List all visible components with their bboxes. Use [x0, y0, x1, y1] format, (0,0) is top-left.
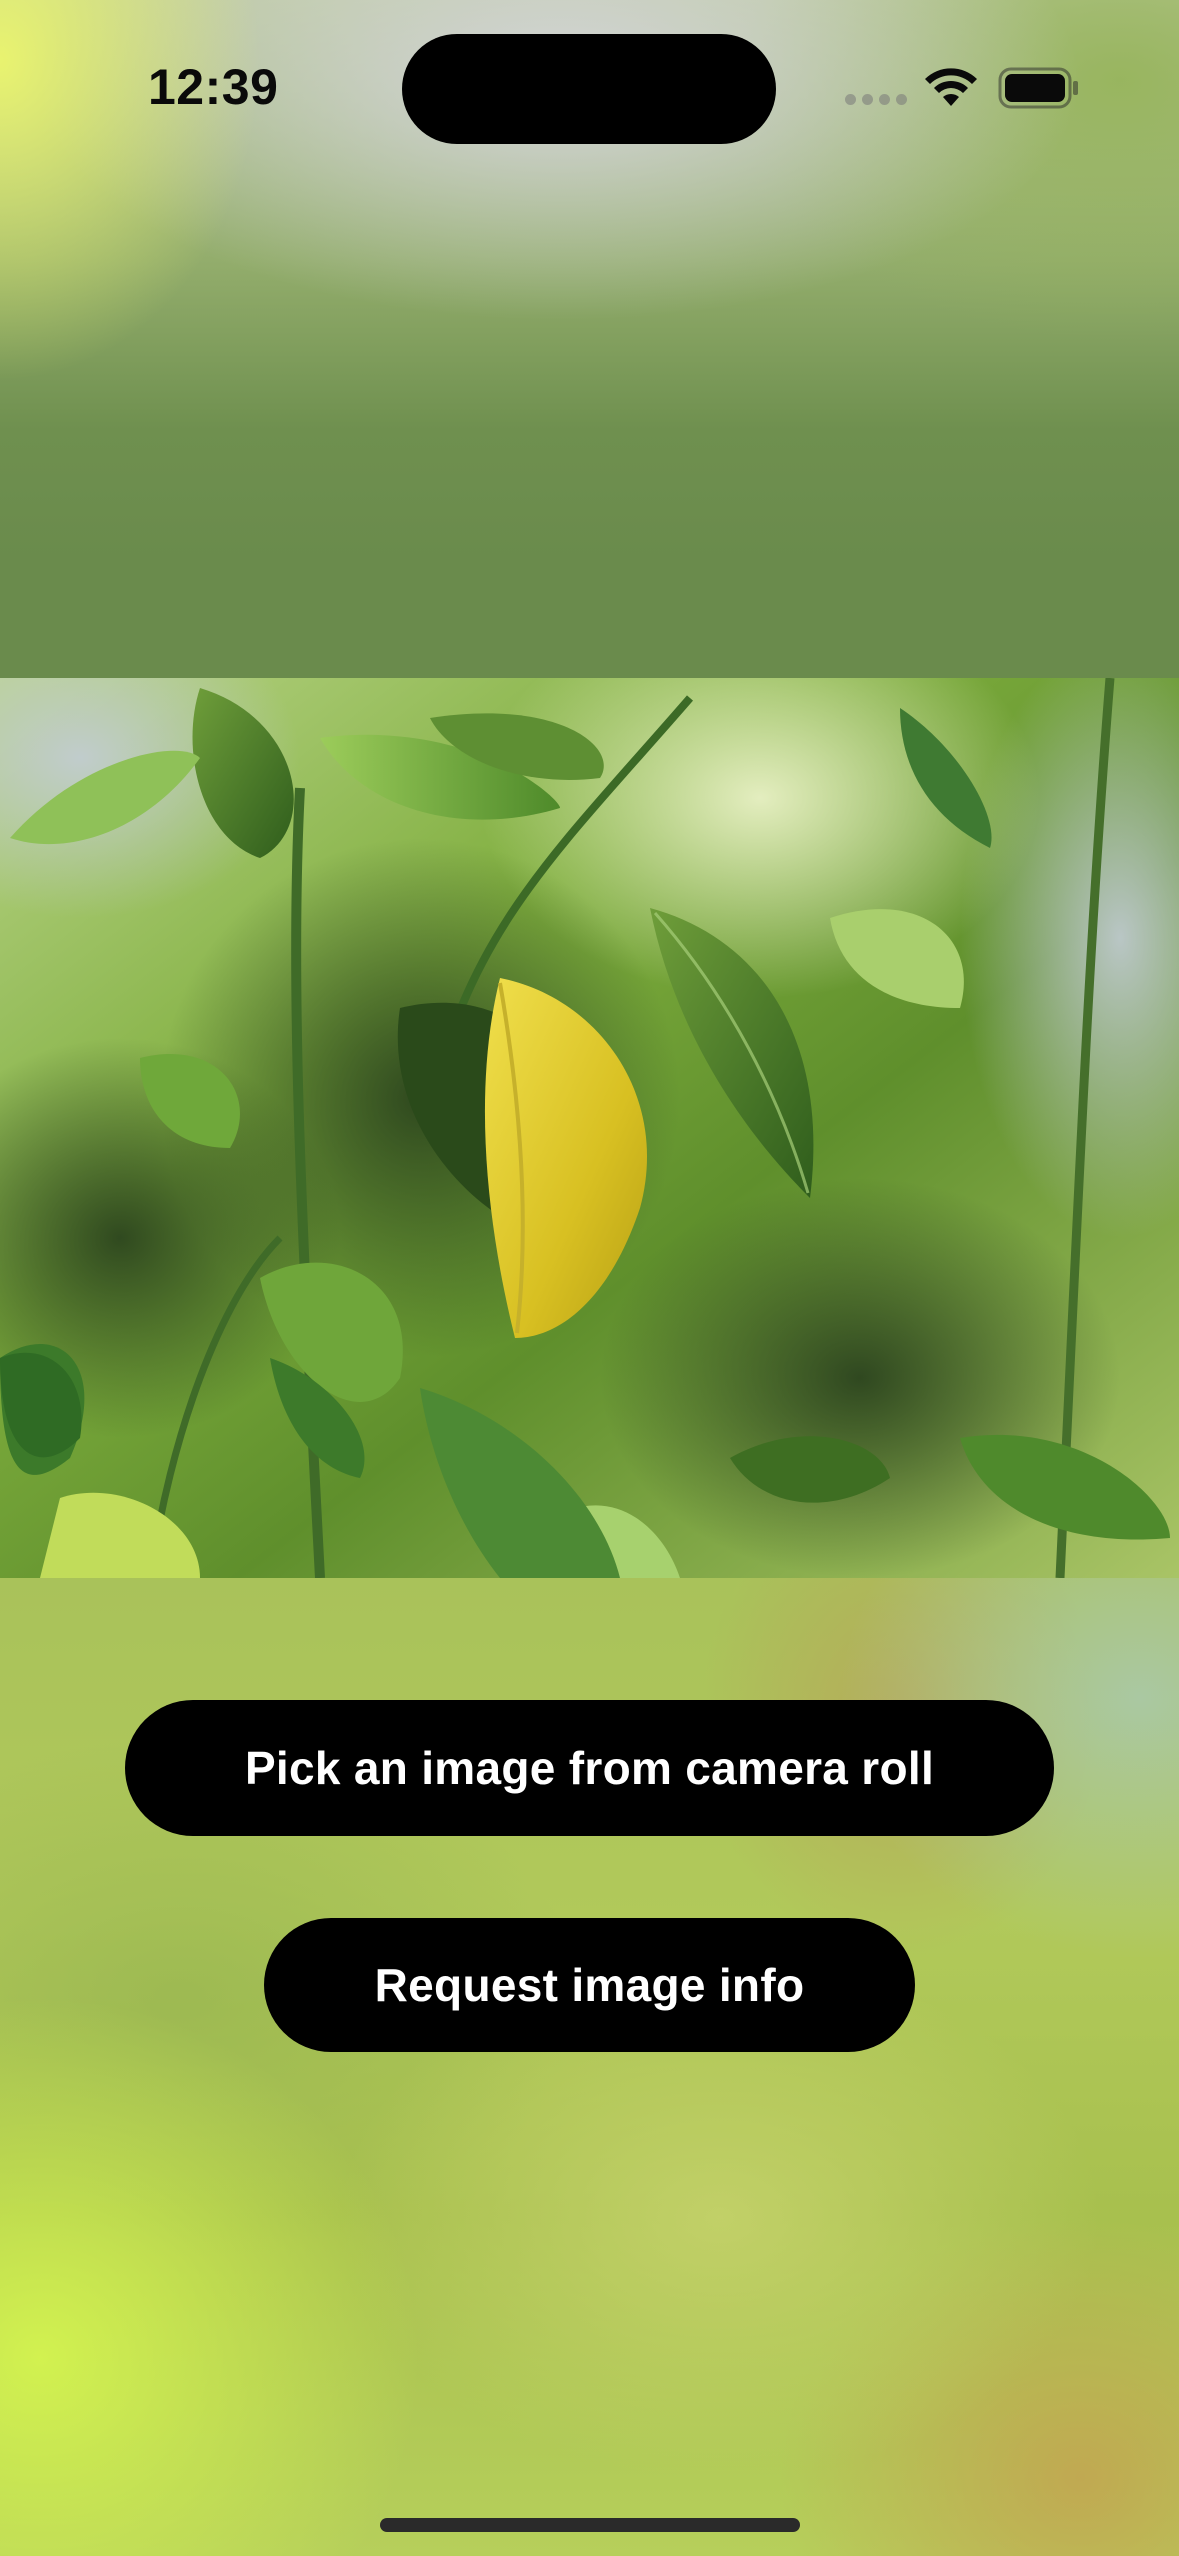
request-image-info-button-label: Request image info — [374, 1959, 805, 2011]
pick-image-button-label: Pick an image from camera roll — [244, 1742, 935, 1794]
leaf-photo-image — [0, 678, 1179, 1578]
home-indicator[interactable] — [380, 2518, 800, 2532]
cellular-signal-icon — [845, 94, 907, 106]
request-image-info-button[interactable]: Request image info — [264, 1918, 915, 2052]
dynamic-island — [402, 34, 776, 144]
wifi-icon — [925, 68, 977, 106]
pick-image-button[interactable]: Pick an image from camera roll — [125, 1700, 1054, 1836]
status-time: 12:39 — [148, 59, 279, 115]
leaf-photo — [0, 678, 1179, 1578]
battery-icon — [998, 67, 1078, 109]
app-screen: 12:39 Pick an image from camera roll Req… — [0, 0, 1179, 2556]
